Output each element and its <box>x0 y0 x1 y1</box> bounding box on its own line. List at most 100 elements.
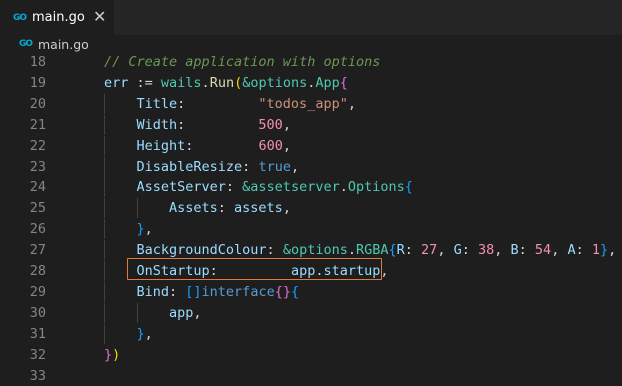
code-token: : <box>575 242 592 259</box>
line-number: 20 <box>29 95 46 112</box>
code-token: , <box>437 242 454 259</box>
code-token: { <box>388 242 397 259</box>
code-text: app, <box>169 303 202 323</box>
code-token: Bind <box>136 283 170 300</box>
code-line[interactable]: 29 Bind: []interface{}{ <box>0 281 622 302</box>
code-token: &assetserver <box>242 179 340 196</box>
code-text: Assets: assets, <box>169 198 291 218</box>
code-token: : <box>404 242 422 259</box>
indent-guide <box>104 198 105 219</box>
code-token: : <box>266 242 283 259</box>
code-line[interactable]: 18 // Create application with options <box>0 52 622 72</box>
code-token: true <box>258 158 291 175</box>
code-token: B <box>510 242 519 259</box>
code-text: }, <box>137 324 153 344</box>
line-number: 25 <box>29 200 46 217</box>
code-token: // Create application with options <box>104 54 381 70</box>
line-number: 28 <box>29 263 46 279</box>
code-token: : <box>185 137 259 154</box>
code-token: assets <box>234 200 283 217</box>
close-icon[interactable]: ✕ <box>93 7 106 26</box>
code-token: BackgroundColour <box>136 242 267 259</box>
indent-guide <box>104 240 105 261</box>
line-number: 30 <box>29 304 46 321</box>
code-text: err := wails.Run(&options.App{ <box>104 73 348 93</box>
code-editor[interactable]: 18 // Create application with options 19 er… <box>0 52 622 384</box>
line-number: 26 <box>29 221 46 238</box>
indent-guide <box>104 93 105 114</box>
code-token: . <box>347 242 356 259</box>
code-line[interactable]: 22 Height: 600, <box>0 135 622 156</box>
code-token: . <box>201 74 210 91</box>
code-token: "todos_app" <box>258 95 348 112</box>
code-token: R <box>396 242 405 259</box>
line-number: 24 <box>29 179 46 196</box>
code-line[interactable]: 23 DisableResize: true, <box>0 156 622 177</box>
code-token: Title <box>136 95 178 112</box>
code-token: , <box>290 158 300 175</box>
code-token: } <box>600 242 609 259</box>
code-text: Width: 500, <box>137 115 291 135</box>
indent-guide <box>104 281 105 302</box>
breadcrumb-item-main-go[interactable]: main.go <box>38 37 89 52</box>
indent-guide <box>104 135 105 156</box>
code-token: DisableResize <box>136 158 243 175</box>
code-token: 1 <box>591 242 600 259</box>
code-token: interface <box>201 283 275 300</box>
code-text: }, <box>137 219 153 239</box>
line-number: 18 <box>29 54 46 70</box>
code-line[interactable]: 33 <box>0 366 622 386</box>
code-line[interactable]: 26}, <box>0 219 622 240</box>
code-token: {} <box>274 283 291 300</box>
code-token: , <box>608 242 617 259</box>
code-line[interactable]: 19 err := wails.Run(&options.App{ <box>0 73 622 93</box>
code-text: AssetServer: &assetserver.Options{ <box>137 177 413 197</box>
code-token: A <box>567 242 576 259</box>
code-token: 500 <box>258 116 283 133</box>
code-text: // Create application with options <box>104 52 380 72</box>
code-token: , <box>347 95 356 112</box>
tab-bar: GO main.go ✕ <box>0 0 622 35</box>
code-token: [] <box>185 283 202 300</box>
indent-guide <box>104 114 105 135</box>
code-token: : <box>242 158 259 175</box>
line-number: 31 <box>29 325 46 342</box>
code-token: { <box>290 283 300 300</box>
code-token: , <box>282 137 291 154</box>
code-token: , <box>494 242 511 259</box>
indent-guide <box>136 302 138 323</box>
indent-guide <box>104 156 105 177</box>
indent-guide <box>104 323 105 344</box>
code-token: Options <box>347 179 405 196</box>
code-token: Height <box>136 137 186 154</box>
code-token: G <box>453 242 462 259</box>
code-token: : <box>169 283 186 300</box>
line-number: 23 <box>29 158 46 175</box>
code-line[interactable]: 25 Assets: assets, <box>0 198 622 219</box>
code-line[interactable]: 32}) <box>0 345 622 365</box>
code-token: ( <box>234 74 243 91</box>
line-number: 19 <box>29 74 46 91</box>
code-token: Assets <box>169 200 218 217</box>
code-text: Bind: []interface{}{ <box>137 282 300 302</box>
code-text: }) <box>104 345 120 365</box>
code-line[interactable]: 21 Width: 500, <box>0 114 622 135</box>
code-line[interactable]: 31}, <box>0 323 622 344</box>
code-token: } <box>104 346 113 363</box>
code-token: , <box>144 221 153 238</box>
tab-label: main.go <box>32 10 85 25</box>
indent-guide <box>104 219 105 240</box>
go-file-icon: GO <box>13 13 27 23</box>
code-line[interactable]: 30 app, <box>0 302 622 323</box>
code-line[interactable]: 20 Title: "todos_app", <box>0 93 622 114</box>
line-number: 27 <box>29 242 46 259</box>
code-token: , <box>144 325 153 342</box>
code-token: : <box>177 116 259 133</box>
line-number: 33 <box>29 367 46 384</box>
code-token: Run <box>209 74 235 91</box>
tab-main-go[interactable]: GO main.go ✕ <box>0 0 114 35</box>
code-line[interactable]: 24 AssetServer: &assetserver.Options{ <box>0 177 622 198</box>
code-token: , <box>282 116 291 133</box>
code-token: 54 <box>534 242 552 259</box>
code-token: } <box>136 325 145 342</box>
